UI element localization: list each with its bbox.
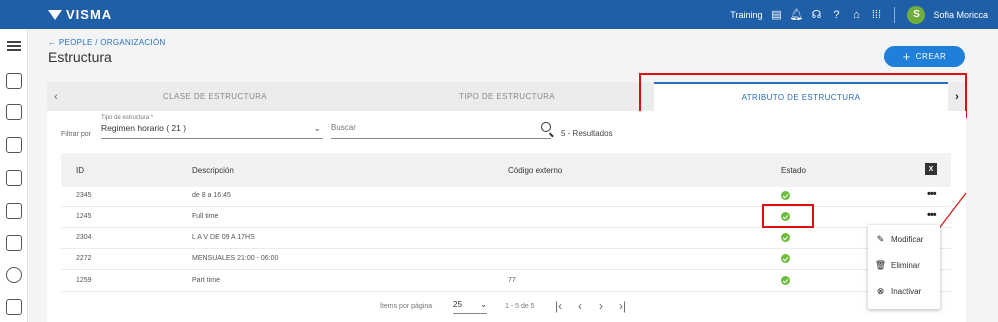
table-row[interactable]: 2272 MENSUALES 21:00 - 06:00 bbox=[61, 249, 951, 270]
trash-icon: 🗑︎ bbox=[874, 259, 887, 270]
first-page-icon[interactable]: |‹ bbox=[555, 299, 562, 313]
cell-id: 2345 bbox=[76, 192, 92, 199]
people-icon[interactable] bbox=[6, 73, 22, 89]
row-context-menu: ✎ Modificar 🗑︎ Eliminar ⊗ Inactivar bbox=[868, 225, 940, 309]
search-input[interactable] bbox=[331, 123, 511, 132]
type-select[interactable]: Regimen horario ( 21 ) ⌄ bbox=[101, 123, 323, 139]
cell-id: 1259 bbox=[76, 277, 92, 284]
home-icon[interactable]: ⌂ bbox=[850, 9, 862, 21]
status-active-icon bbox=[781, 191, 790, 200]
filter-label: Filtrar por bbox=[61, 131, 91, 138]
brand-logo[interactable]: VISMA bbox=[48, 7, 112, 22]
settings-icon[interactable] bbox=[6, 267, 22, 283]
cell-id: 2272 bbox=[76, 255, 92, 262]
cell-descripcion: MENSUALES 21:00 - 06:00 bbox=[192, 255, 279, 262]
folders-icon[interactable] bbox=[6, 299, 22, 315]
table-header: ID Descripción Código externo Estado X bbox=[61, 153, 951, 187]
table-row[interactable]: 1259 Part time 77 bbox=[61, 271, 951, 292]
table-row[interactable]: 2345 de 8 a 16:45 ••• bbox=[61, 186, 951, 207]
tabs-prev-icon[interactable]: ‹ bbox=[47, 82, 65, 111]
breadcrumb-people[interactable]: PEOPLE bbox=[59, 38, 93, 47]
prev-page-icon[interactable]: ‹ bbox=[578, 299, 582, 313]
cell-id: 1245 bbox=[76, 213, 92, 220]
help-icon[interactable]: ? bbox=[830, 9, 842, 21]
avatar[interactable]: S bbox=[907, 5, 926, 24]
breadcrumb-organizacion[interactable]: ORGANIZACIÓN bbox=[100, 38, 165, 47]
menu-item-label: Inactivar bbox=[891, 286, 922, 296]
chevron-down-icon: ⌄ bbox=[480, 300, 487, 309]
tab-clase-de-estructura[interactable]: CLASE DE ESTRUCTURA bbox=[65, 82, 365, 111]
menu-item-label: Eliminar bbox=[891, 260, 920, 270]
sidebar bbox=[0, 29, 28, 322]
cell-descripcion: Full time bbox=[192, 213, 219, 220]
top-bar-actions: Training ▤ 🔔︎ ☊ ? ⌂ ⁞⁞⁞ S Sofia Moricca bbox=[730, 0, 988, 29]
column-descripcion[interactable]: Descripción bbox=[192, 166, 234, 175]
excel-export-icon[interactable]: X bbox=[925, 163, 937, 175]
top-bar: VISMA Training ▤ 🔔︎ ☊ ? ⌂ ⁞⁞⁞ S Sofia Mo… bbox=[0, 0, 998, 29]
brand-name: VISMA bbox=[66, 7, 113, 22]
report-icon[interactable] bbox=[6, 235, 22, 251]
documents-icon[interactable] bbox=[6, 203, 22, 219]
per-page-value: 25 bbox=[453, 300, 462, 309]
calendar-icon[interactable] bbox=[6, 170, 22, 186]
create-button-label: CREAR bbox=[915, 52, 947, 61]
menu-item-inactivar[interactable]: ⊗ Inactivar bbox=[868, 279, 940, 303]
pagination: Ítems por página 25 ⌄ 1 - 5 de 5 |‹ ‹ › … bbox=[47, 299, 966, 319]
menu-item-label: Modificar bbox=[891, 234, 924, 244]
headset-icon[interactable]: ☊ bbox=[810, 9, 822, 21]
database-icon[interactable]: ▤ bbox=[770, 9, 782, 21]
highlight-box-status bbox=[762, 204, 814, 228]
pencil-icon: ✎ bbox=[876, 233, 885, 244]
search-field[interactable] bbox=[331, 122, 551, 139]
organization-icon[interactable] bbox=[6, 104, 22, 120]
visma-logo-icon bbox=[48, 9, 62, 20]
table-row[interactable]: 1245 Full time ••• bbox=[61, 207, 951, 228]
cell-id: 2304 bbox=[76, 234, 92, 241]
cell-descripcion: Part time bbox=[192, 277, 221, 284]
apps-grid-icon[interactable]: ⁞⁞⁞ bbox=[870, 9, 882, 21]
menu-item-eliminar[interactable]: 🗑︎ Eliminar bbox=[868, 253, 940, 277]
structure-card: Filtrar por Tipo de estructura * Regimen… bbox=[47, 111, 966, 322]
cell-descripcion: de 8 a 16:45 bbox=[192, 192, 231, 199]
menu-item-modificar[interactable]: ✎ Modificar bbox=[868, 227, 940, 251]
cell-descripcion: L A V DE 09 A 17HS bbox=[192, 234, 255, 241]
plus-icon: + bbox=[902, 49, 911, 64]
page-range: 1 - 5 de 5 bbox=[505, 303, 535, 310]
block-icon: ⊗ bbox=[876, 285, 885, 296]
per-page-select[interactable]: 25 ⌄ bbox=[453, 300, 487, 314]
breadcrumb: ← PEOPLE / ORGANIZACIÓN bbox=[48, 38, 166, 47]
next-page-icon[interactable]: › bbox=[599, 299, 603, 313]
status-active-icon bbox=[781, 254, 790, 263]
create-button[interactable]: + CREAR bbox=[884, 46, 965, 67]
cell-codigo: 77 bbox=[508, 277, 516, 284]
user-name[interactable]: Sofia Moricca bbox=[933, 10, 988, 20]
status-active-icon bbox=[781, 233, 790, 242]
clipboard-icon[interactable] bbox=[6, 137, 22, 153]
chevron-down-icon: ⌄ bbox=[313, 123, 321, 133]
items-per-page-label: Ítems por página bbox=[380, 303, 433, 310]
divider bbox=[894, 6, 896, 23]
back-arrow-icon[interactable]: ← bbox=[48, 38, 56, 47]
search-icon[interactable] bbox=[541, 122, 551, 132]
bell-icon[interactable]: 🔔︎ bbox=[789, 9, 803, 21]
status-active-icon bbox=[781, 276, 790, 285]
training-label: Training bbox=[730, 9, 763, 20]
results-count: 5 - Resultados bbox=[561, 129, 613, 138]
page-title: Estructura bbox=[48, 49, 112, 65]
table-row[interactable]: 2304 L A V DE 09 A 17HS bbox=[61, 228, 951, 249]
menu-icon[interactable] bbox=[7, 41, 21, 51]
type-select-value: Regimen horario ( 21 ) bbox=[101, 123, 187, 133]
column-estado[interactable]: Estado bbox=[781, 166, 806, 175]
column-id[interactable]: ID bbox=[76, 166, 84, 175]
type-field-label: Tipo de estructura * bbox=[101, 115, 154, 121]
last-page-icon[interactable]: ›| bbox=[619, 299, 626, 313]
tab-tipo-de-estructura[interactable]: TIPO DE ESTRUCTURA bbox=[357, 82, 657, 111]
column-codigo-externo[interactable]: Código externo bbox=[508, 166, 562, 175]
